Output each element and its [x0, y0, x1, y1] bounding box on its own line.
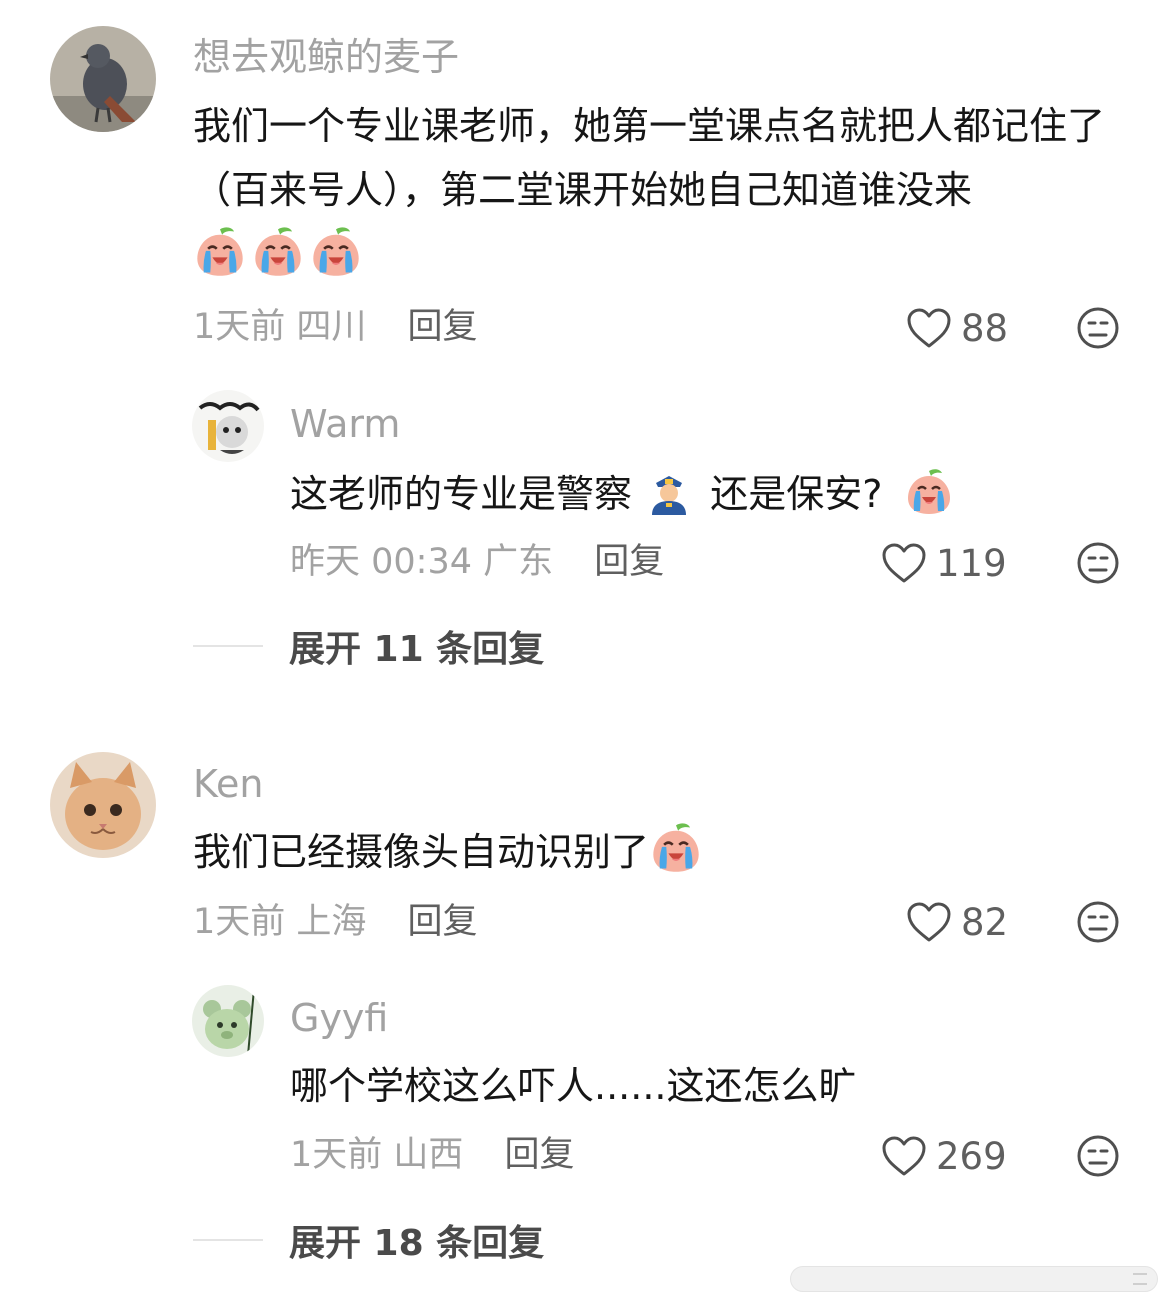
scrollbar[interactable]: [790, 1266, 1158, 1292]
reply-body-end: 还是保安?: [710, 472, 883, 516]
expand-label: 展开 18 条回复: [289, 1223, 545, 1264]
crying-peach-emoji: [251, 225, 305, 279]
avatar[interactable]: [50, 26, 156, 132]
expand-label: 展开 11 条回复: [289, 629, 545, 670]
reply-button[interactable]: 回复: [505, 1135, 575, 1175]
reply-text: 哪个学校这么吓人......这还怎么旷: [290, 1064, 857, 1108]
avatar[interactable]: [192, 390, 264, 462]
like-button[interactable]: 88: [905, 306, 1008, 350]
crying-peach-emoji: [193, 225, 247, 279]
divider: [193, 1239, 263, 1241]
divider: [193, 645, 263, 647]
reply-button[interactable]: 回复: [594, 542, 664, 582]
time-location: 1天前 上海: [193, 902, 367, 942]
time-location: 1天前 山西: [290, 1135, 464, 1175]
comment-username[interactable]: 想去观鲸的麦子: [193, 34, 459, 80]
reply-username[interactable]: Gyyfi: [290, 995, 388, 1041]
crying-peach-emoji: [309, 225, 363, 279]
heart-outline-icon: [905, 306, 953, 350]
like-button[interactable]: 269: [880, 1134, 1007, 1178]
avatar[interactable]: [192, 985, 264, 1057]
neutral-face-icon[interactable]: [1076, 900, 1120, 944]
heart-outline-icon: [880, 541, 928, 585]
neutral-face-icon[interactable]: [1076, 306, 1120, 350]
reply-meta: 昨天 00:34 广东 回复: [290, 540, 664, 584]
comment-meta: 1天前 上海 回复: [193, 900, 478, 944]
comment-text: 我们一个专业课老师，她第一堂课点名就把人都记住了（百来号人），第二堂课开始她自己…: [193, 94, 1123, 288]
expand-replies-button[interactable]: 展开 18 条回复: [193, 1214, 544, 1266]
bird-avatar-icon: [50, 26, 156, 132]
reply-body-start: 这老师的专业是警察: [290, 472, 633, 516]
heart-outline-icon: [880, 1134, 928, 1178]
cat-avatar-icon: [50, 752, 156, 858]
neutral-face-icon[interactable]: [1076, 541, 1120, 585]
reply-username[interactable]: Warm: [290, 401, 400, 447]
crying-peach-emoji: [904, 467, 954, 517]
like-button[interactable]: 119: [880, 541, 1007, 585]
like-count: 269: [936, 1134, 1007, 1178]
scrollbar-grip-icon[interactable]: [1133, 1273, 1147, 1285]
like-count: 82: [961, 900, 1009, 944]
comment-body: 我们已经摄像头自动识别了: [193, 830, 650, 874]
like-count: 88: [961, 306, 1009, 350]
reply-button[interactable]: 回复: [408, 902, 478, 942]
time-location: 1天前 四川: [193, 307, 367, 347]
expand-replies-button[interactable]: 展开 11 条回复: [193, 620, 544, 672]
like-count: 119: [936, 541, 1007, 585]
comment-text: 我们已经摄像头自动识别了: [193, 820, 707, 884]
reply-button[interactable]: 回复: [408, 307, 478, 347]
time-location: 昨天 00:34 广东: [290, 542, 554, 582]
police-officer-emoji: [644, 467, 694, 517]
reply-meta: 1天前 山西 回复: [290, 1133, 575, 1177]
heart-outline-icon: [905, 900, 953, 944]
crying-peach-emoji: [649, 821, 703, 875]
comment-username[interactable]: Ken: [193, 761, 264, 807]
neutral-face-icon[interactable]: [1076, 1134, 1120, 1178]
avatar[interactable]: [50, 752, 156, 858]
green-bear-avatar-icon: [192, 985, 264, 1057]
reply-text: 这老师的专业是警察 还是保安?: [290, 462, 958, 526]
comment-meta: 1天前 四川 回复: [193, 305, 478, 349]
cat-sticker-avatar-icon: [192, 390, 264, 462]
comment-body: 我们一个专业课老师，她第一堂课点名就把人都记住了（百来号人），第二堂课开始她自己…: [193, 104, 1106, 212]
like-button[interactable]: 82: [905, 900, 1008, 944]
